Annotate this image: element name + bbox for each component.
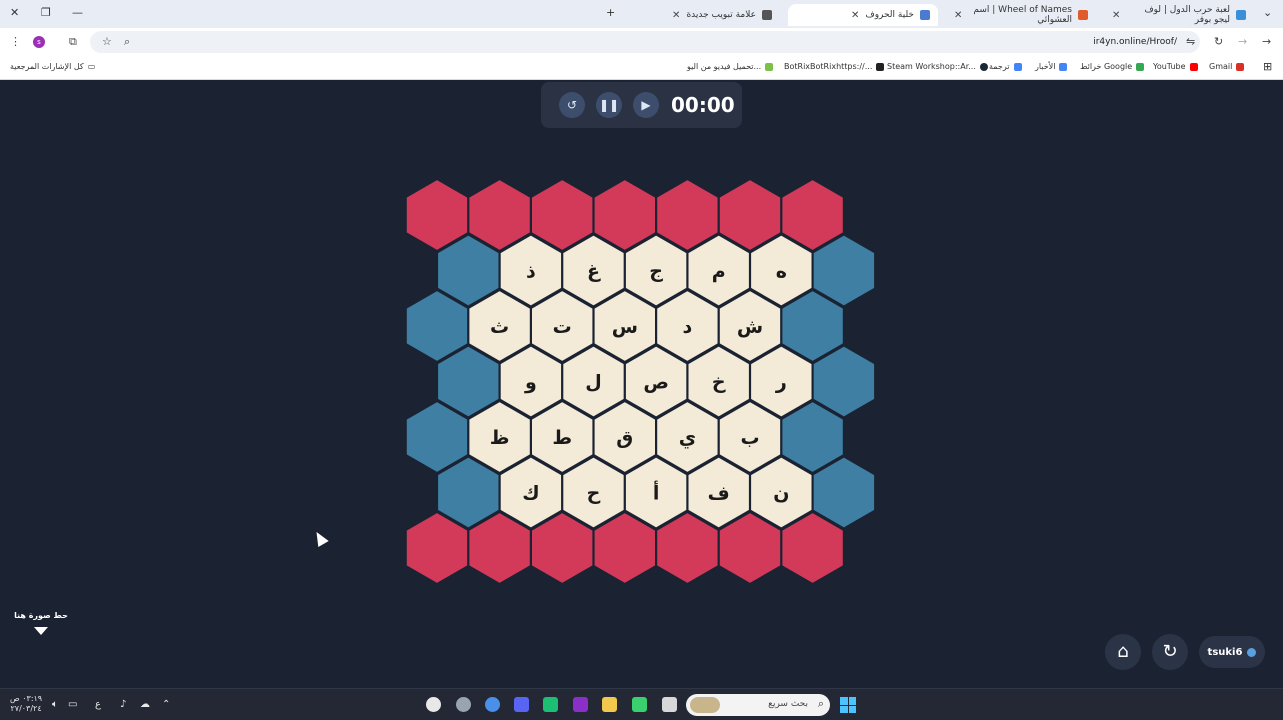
hex-letter: ظ	[490, 427, 510, 449]
hex-letter: ج	[649, 261, 663, 283]
hex-letter: د	[683, 316, 693, 338]
home-button[interactable]: ⌂	[1105, 634, 1141, 670]
hex-letter: ف	[708, 483, 730, 505]
hex-letter: ر	[775, 372, 787, 394]
dropdown-arrow-icon[interactable]	[34, 627, 48, 635]
refresh-button[interactable]: ↻	[1152, 634, 1188, 670]
hex-letter: ق	[616, 427, 633, 449]
windows-taskbar: ٠٣:١٩ ص ٢٧/٠٣/٢٤ 🔈︎ ▭ ع ♪ ☁ ⌃ بحث سريع ⌕	[0, 688, 1283, 720]
search-placeholder: بحث سريع	[768, 699, 808, 709]
clock-app-icon[interactable]	[426, 697, 441, 712]
home-icon: ⌂	[1117, 641, 1129, 662]
hex-letter: أ	[653, 481, 660, 505]
hex-letter: ل	[585, 372, 602, 394]
hex-letter: ب	[740, 427, 759, 449]
user-button[interactable]: tsuki6	[1199, 636, 1265, 668]
discord-app-icon[interactable]	[514, 697, 529, 712]
editor-app-icon[interactable]	[573, 697, 588, 712]
taskbar-search[interactable]: بحث سريع ⌕	[686, 694, 830, 716]
username: tsuki6	[1207, 646, 1243, 658]
display-icon[interactable]: ▭	[68, 699, 77, 710]
chat-app-icon[interactable]	[543, 697, 558, 712]
settings-app-icon[interactable]	[456, 697, 471, 712]
clock-date: ٢٧/٠٣/٢٤	[10, 704, 42, 713]
hex-letter: ك	[522, 483, 539, 505]
microphone-icon[interactable]: ♪	[120, 699, 126, 710]
hex-letter: ن	[773, 483, 789, 505]
windows-start-icon[interactable]	[840, 697, 856, 713]
file-explorer-icon[interactable]	[602, 697, 617, 712]
cloud-icon[interactable]: ☁	[140, 699, 150, 710]
store-app-icon[interactable]	[632, 697, 647, 712]
hex-letter: خ	[712, 372, 726, 394]
search-highlight-image	[690, 697, 720, 713]
clock-time: ٠٣:١٩ ص	[10, 694, 43, 703]
hex-letter: م	[712, 261, 726, 283]
hex-letter: ذ	[526, 261, 536, 283]
hex-letter: غ	[587, 261, 601, 283]
hex-letter: ي	[679, 427, 696, 450]
hex-letter: س	[612, 316, 638, 338]
user-icon	[1247, 647, 1257, 657]
hex-letter: ح	[587, 483, 601, 505]
language-indicator[interactable]: ع	[95, 699, 101, 710]
hex-board: ذ غ ج م ه ث ت س د ش و ل ص خ ر ظ ط ق ي ب ك ح أ ف ن	[404, 177, 877, 586]
task-view-icon[interactable]	[662, 697, 677, 712]
chrome-app-icon[interactable]	[485, 697, 500, 712]
volume-icon[interactable]: 🔈︎	[52, 699, 58, 710]
hex-letter: ث	[490, 316, 509, 338]
tray-chevron-icon[interactable]: ⌃	[162, 699, 170, 710]
hex-letter: ص	[643, 372, 669, 394]
hex-letter: ت	[553, 316, 572, 338]
refresh-icon: ↻	[1162, 641, 1178, 662]
search-icon: ⌕	[817, 697, 824, 710]
drop-image-label: حط صورة هنا	[14, 611, 68, 620]
hex-letter: ط	[552, 427, 572, 449]
system-clock[interactable]: ٠٣:١٩ ص ٢٧/٠٣/٢٤	[10, 694, 42, 714]
hex-letter: و	[524, 372, 537, 394]
hex-letter: ه	[776, 261, 787, 283]
hex-letter: ش	[737, 316, 763, 338]
